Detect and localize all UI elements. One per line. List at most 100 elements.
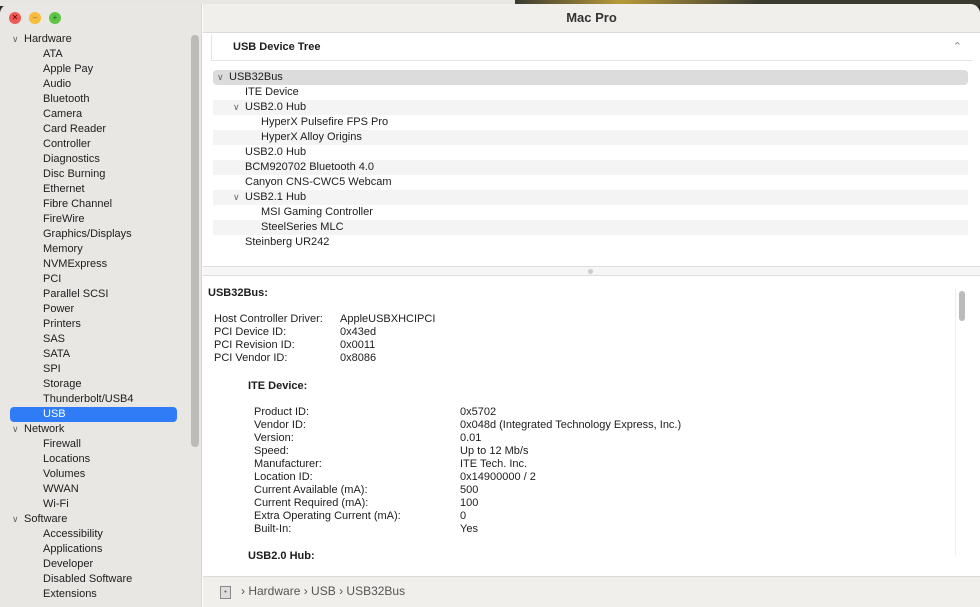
sidebar-item-controller[interactable]: Controller — [0, 137, 91, 152]
sidebar-item-label: Locations — [43, 453, 91, 465]
tree-row[interactable]: BCM920702 Bluetooth 4.0 — [213, 160, 968, 175]
sidebar-item-label: Volumes — [43, 468, 86, 480]
close-button[interactable]: ✕ — [9, 12, 21, 24]
tree-row[interactable]: SteelSeries MLC — [213, 220, 968, 235]
tree-row[interactable]: USB2.0 Hub — [213, 145, 968, 160]
divider-handle-icon — [588, 269, 593, 274]
sidebar-item-applications[interactable]: Applications — [0, 542, 102, 557]
sidebar-item-memory[interactable]: Memory — [0, 242, 83, 257]
property-label: PCI Vendor ID: — [214, 352, 288, 364]
tree-row[interactable]: ∨ USB2.1 Hub — [213, 190, 968, 205]
sidebar-item-label: Firewall — [43, 438, 81, 450]
sidebar-item-locations[interactable]: Locations — [0, 452, 90, 467]
next-device-title: USB2.0 Hub: — [248, 550, 315, 562]
window-title: Mac Pro — [203, 4, 980, 33]
sidebar-item-label: Hardware — [24, 33, 72, 45]
disclosure-chevron-icon[interactable]: ∨ — [233, 100, 245, 115]
property-label: Built-In: — [254, 523, 292, 535]
property-value: 0x0011 — [340, 339, 376, 351]
property-label: Location ID: — [254, 471, 313, 483]
sidebar-item-camera[interactable]: Camera — [0, 107, 82, 122]
sidebar-scrollbar[interactable] — [191, 35, 199, 447]
tree-row[interactable]: ∨ USB32Bus — [213, 70, 968, 85]
sidebar-item-wwan[interactable]: WWAN — [0, 482, 79, 497]
path-bar: • › Hardware › USB › USB32Bus — [203, 576, 980, 607]
property-value: 500 — [460, 484, 479, 496]
property-value: AppleUSBXHCIPCI — [340, 313, 436, 325]
sidebar-item-bluetooth[interactable]: Bluetooth — [0, 92, 89, 107]
sidebar-item-label: NVMExpress — [43, 258, 108, 270]
sidebar-item-thunderbolt-usb4[interactable]: Thunderbolt/USB4 — [0, 392, 134, 407]
property-label: Speed: — [254, 445, 289, 457]
tree-row[interactable]: Steinberg UR242 — [213, 235, 968, 250]
sidebar-item-disabled-software[interactable]: Disabled Software — [0, 572, 132, 587]
sidebar-item-hardware[interactable]: ∨ Hardware — [0, 32, 72, 47]
sidebar-item-developer[interactable]: Developer — [0, 557, 93, 572]
sidebar-item-firewall[interactable]: Firewall — [0, 437, 81, 452]
breadcrumb-usb32bus[interactable]: USB32Bus — [346, 584, 405, 598]
sidebar-item-label: Bluetooth — [43, 93, 90, 105]
disclosure-chevron-icon[interactable]: ∨ — [233, 190, 245, 205]
sidebar-item-sas[interactable]: SAS — [0, 332, 65, 347]
tree-header[interactable]: USB Device Tree ⌃ — [211, 34, 972, 61]
property-label: Current Available (mA): — [254, 484, 368, 496]
sidebar-item-ata[interactable]: ATA — [0, 47, 63, 62]
sidebar-item-parallel-scsi[interactable]: Parallel SCSI — [0, 287, 108, 302]
property-value: 0x43ed — [340, 326, 377, 338]
tree-row[interactable]: ITE Device — [213, 85, 968, 100]
tree-row-label: USB2.1 Hub — [245, 191, 307, 203]
sidebar-item-storage[interactable]: Storage — [0, 377, 82, 392]
property-label: Host Controller Driver: — [214, 313, 323, 325]
tree-row[interactable]: Canyon CNS-CWC5 Webcam — [213, 175, 968, 190]
sidebar-item-power[interactable]: Power — [0, 302, 74, 317]
sidebar-item-card-reader[interactable]: Card Reader — [0, 122, 106, 137]
sidebar-item-sata[interactable]: SATA — [0, 347, 70, 362]
minimize-button[interactable]: – — [29, 12, 41, 24]
sidebar-item-disc-burning[interactable]: Disc Burning — [0, 167, 105, 182]
tree-row[interactable]: HyperX Pulsefire FPS Pro — [213, 115, 968, 130]
sidebar-item-label: Memory — [43, 243, 83, 255]
tree-row[interactable]: ∨ USB2.0 Hub — [213, 100, 968, 115]
sidebar-item-wi-fi[interactable]: Wi-Fi — [0, 497, 69, 512]
sidebar-item-usb[interactable]: USB — [10, 407, 177, 422]
property-value: Up to 12 Mb/s — [460, 445, 529, 457]
sidebar-item-fibre-channel[interactable]: Fibre Channel — [0, 197, 112, 212]
zoom-button[interactable]: + — [49, 12, 61, 24]
sidebar-item-diagnostics[interactable]: Diagnostics — [0, 152, 100, 167]
sidebar-item-network[interactable]: ∨ Network — [0, 422, 64, 437]
property-label: PCI Device ID: — [214, 326, 287, 338]
collapse-chevron-icon[interactable]: ⌃ — [953, 40, 962, 53]
sidebar-item-firewire[interactable]: FireWire — [0, 212, 85, 227]
sidebar-item-software[interactable]: ∨ Software — [0, 512, 67, 527]
sidebar-item-label: Diagnostics — [43, 153, 100, 165]
tree-row-label: USB2.0 Hub — [245, 101, 307, 113]
split-divider[interactable] — [203, 266, 980, 276]
property-label: Vendor ID: — [254, 419, 306, 431]
sidebar-item-extensions[interactable]: Extensions — [0, 587, 97, 602]
sidebar-item-accessibility[interactable]: Accessibility — [0, 527, 103, 542]
disclosure-chevron-icon[interactable]: ∨ — [217, 70, 229, 85]
sidebar-item-label: FireWire — [43, 213, 85, 225]
sidebar-item-audio[interactable]: Audio — [0, 77, 71, 92]
chevron-down-icon[interactable]: ∨ — [12, 512, 24, 527]
sidebar-item-pci[interactable]: PCI — [0, 272, 61, 287]
tree-row[interactable]: HyperX Alloy Origins — [213, 130, 968, 145]
sidebar-item-volumes[interactable]: Volumes — [0, 467, 85, 482]
sidebar-item-nvmexpress[interactable]: NVMExpress — [0, 257, 107, 272]
sidebar-item-graphics-displays[interactable]: Graphics/Displays — [0, 227, 132, 242]
sidebar-item-label: Apple Pay — [43, 63, 94, 75]
sidebar-item-apple-pay[interactable]: Apple Pay — [0, 62, 93, 77]
tree-row-label: HyperX Alloy Origins — [261, 131, 362, 143]
breadcrumb-usb[interactable]: USB — [311, 584, 336, 598]
tree-row-label: USB2.0 Hub — [245, 146, 307, 158]
sidebar-item-printers[interactable]: Printers — [0, 317, 81, 332]
detail-scrollbar[interactable] — [955, 289, 967, 555]
sidebar-item-ethernet[interactable]: Ethernet — [0, 182, 85, 197]
tree-row[interactable]: MSI Gaming Controller — [213, 205, 968, 220]
breadcrumb-hardware[interactable]: Hardware — [248, 584, 300, 598]
chevron-down-icon[interactable]: ∨ — [12, 32, 24, 47]
sidebar-item-spi[interactable]: SPI — [0, 362, 61, 377]
tree-row-label: ITE Device — [245, 86, 299, 98]
chevron-down-icon[interactable]: ∨ — [12, 422, 24, 437]
tree-row-label: SteelSeries MLC — [261, 221, 344, 233]
